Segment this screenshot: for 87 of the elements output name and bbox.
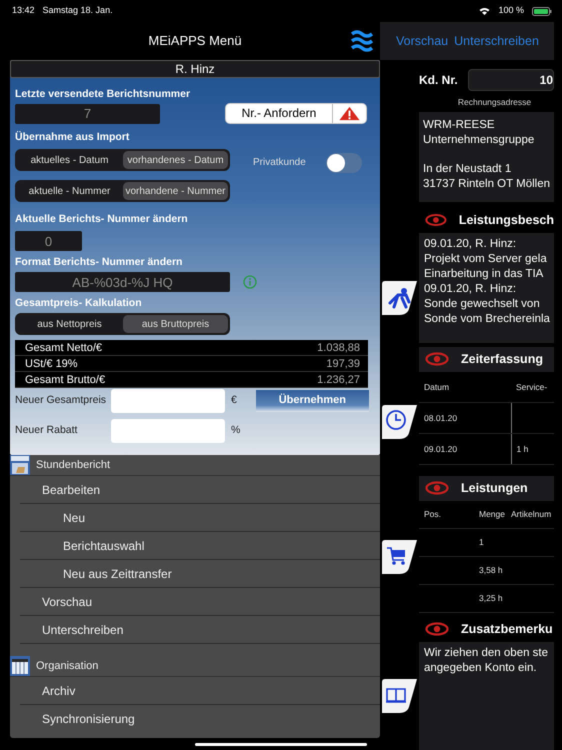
folder-icon xyxy=(10,455,30,475)
segment-option[interactable]: aktuelle - Nummer xyxy=(17,182,122,200)
total-value: 197,39 xyxy=(326,357,360,371)
user-name-bar: R. Hinz xyxy=(10,60,380,78)
total-label: Gesamt Brutto/€ xyxy=(25,373,106,387)
unit-label: € xyxy=(231,392,237,408)
text-line: Einarbeitung in das TIA xyxy=(424,266,544,282)
column-header: Artikelnum xyxy=(506,500,554,529)
privatkunde-toggle[interactable] xyxy=(326,152,362,172)
address-line: 31737 Rinteln OT Möllen xyxy=(423,176,551,192)
text-line: angegeben Konto ein. xyxy=(424,660,538,676)
segment-option[interactable]: vorhandenes - Datum xyxy=(123,151,228,169)
address-line: In der Neustadt 1 xyxy=(423,162,512,177)
cart-tab-icon[interactable] xyxy=(382,540,417,574)
total-value: 1.236,27 xyxy=(317,373,360,387)
text-line: Projekt vom Server gela xyxy=(424,252,548,267)
menu-item[interactable]: Neu xyxy=(20,504,380,532)
report-number-field[interactable]: 7 xyxy=(15,104,160,124)
battery-icon xyxy=(532,6,552,16)
menu-item[interactable]: Synchronisierung xyxy=(20,705,380,733)
eye-icon[interactable] xyxy=(425,622,449,636)
eye-icon[interactable] xyxy=(425,481,449,496)
field-label: Format Berichts- Nummer ändern xyxy=(15,256,184,269)
text-line: Wir ziehen den oben ste xyxy=(424,646,550,661)
action-link[interactable]: Vorschau xyxy=(396,32,448,50)
section-title: Leistungen xyxy=(461,480,528,497)
menu-title: MEiAPPS Menü xyxy=(148,32,242,50)
section-label: Übernahme aus Import xyxy=(15,131,130,144)
text-line: Sonde gewechselt von xyxy=(424,296,541,312)
battery-percentage: 100 % xyxy=(498,4,524,18)
menu-item[interactable]: Berichtauswahl xyxy=(20,532,380,560)
number-format-field[interactable]: AB-%03d-%J HQ xyxy=(15,272,230,292)
segment-option[interactable]: aus Nettopreis xyxy=(17,315,122,333)
field-label: Letzte versendete Berichtsnummer xyxy=(15,88,192,101)
table-cell: 09.01.20 xyxy=(419,434,511,465)
segment-option[interactable]: vorhandene - Nummer xyxy=(123,182,228,200)
text-line: 09.01.20, R. Hinz: xyxy=(424,236,518,252)
segment-option[interactable]: aktuelles - Datum xyxy=(17,151,122,169)
menu-item[interactable]: Archiv xyxy=(20,677,380,705)
table-cell: 08.01.20 xyxy=(419,402,511,434)
menu-group-title: Stundenbericht xyxy=(36,458,110,473)
text-line: 09.01.20, R. Hinz: xyxy=(424,282,518,297)
toggle-label: Privatkunde xyxy=(253,156,306,170)
table-cell: 3,58 h xyxy=(474,556,506,585)
status-date: Samstag 18. Jan. xyxy=(42,4,113,18)
waves-icon[interactable] xyxy=(350,29,374,53)
eye-icon[interactable] xyxy=(425,352,449,366)
section-title: Zeiterfassung xyxy=(461,350,543,368)
segment-option[interactable]: aus Bruttopreis xyxy=(123,315,228,333)
address-line: WRM-REESE xyxy=(423,118,496,133)
column-header: Pos. xyxy=(419,500,474,529)
wifi-icon xyxy=(479,7,490,15)
table-cell: 3,25 h xyxy=(474,584,506,613)
request-number-button[interactable]: Nr.- Anfordern xyxy=(225,103,367,124)
address-label: Rechnungsadresse xyxy=(456,96,532,109)
field-label: Neuer Gesamtpreis xyxy=(14,392,108,408)
customer-number-label: Kd. Nr. xyxy=(419,72,458,89)
clock-tab-icon[interactable] xyxy=(382,404,417,439)
apply-button[interactable]: Übernehmen xyxy=(256,390,369,412)
column-header: Datum xyxy=(419,372,511,403)
field-label: Aktuelle Berichts- Nummer ändern xyxy=(15,213,189,226)
input-field[interactable] xyxy=(111,388,225,412)
unit-label: % xyxy=(231,422,240,438)
column-header: Service- xyxy=(511,372,554,403)
status-time: 13:42 xyxy=(12,4,35,18)
section-title: Zusatzbemerku xyxy=(461,620,553,638)
total-label: USt/€ 19% xyxy=(25,357,78,371)
section-title: Leistungsbesch xyxy=(458,212,554,229)
input-field[interactable] xyxy=(111,418,225,442)
eye-icon[interactable] xyxy=(425,213,447,228)
table-cell: 1 xyxy=(474,528,506,557)
total-value: 1.038,88 xyxy=(317,341,360,355)
menu-item[interactable]: Bearbeiten xyxy=(20,476,380,504)
menu-item[interactable]: Vorschau xyxy=(20,588,380,616)
menu-item[interactable]: Unterschreiben xyxy=(20,616,380,644)
total-label: Gesamt Netto/€ xyxy=(25,341,102,355)
text-line: Sonde vom Brechereinla xyxy=(424,312,551,327)
field-label: Neuer Rabatt xyxy=(14,422,78,438)
table-cell: 1 h xyxy=(511,434,554,465)
action-link[interactable]: Unterschreiben xyxy=(454,32,539,50)
menu-item[interactable]: Neu aus Zeittransfer xyxy=(20,560,380,588)
section-label: Gesamtpreis- Kalkulation xyxy=(15,297,143,310)
customer-number-field[interactable]: 10 xyxy=(468,69,554,91)
address-line: Unternehmensgruppe xyxy=(423,132,536,148)
report-number-field[interactable]: 0 xyxy=(15,231,82,251)
column-header: Menge xyxy=(474,500,506,529)
menu-group-title: Organisation xyxy=(36,658,98,674)
